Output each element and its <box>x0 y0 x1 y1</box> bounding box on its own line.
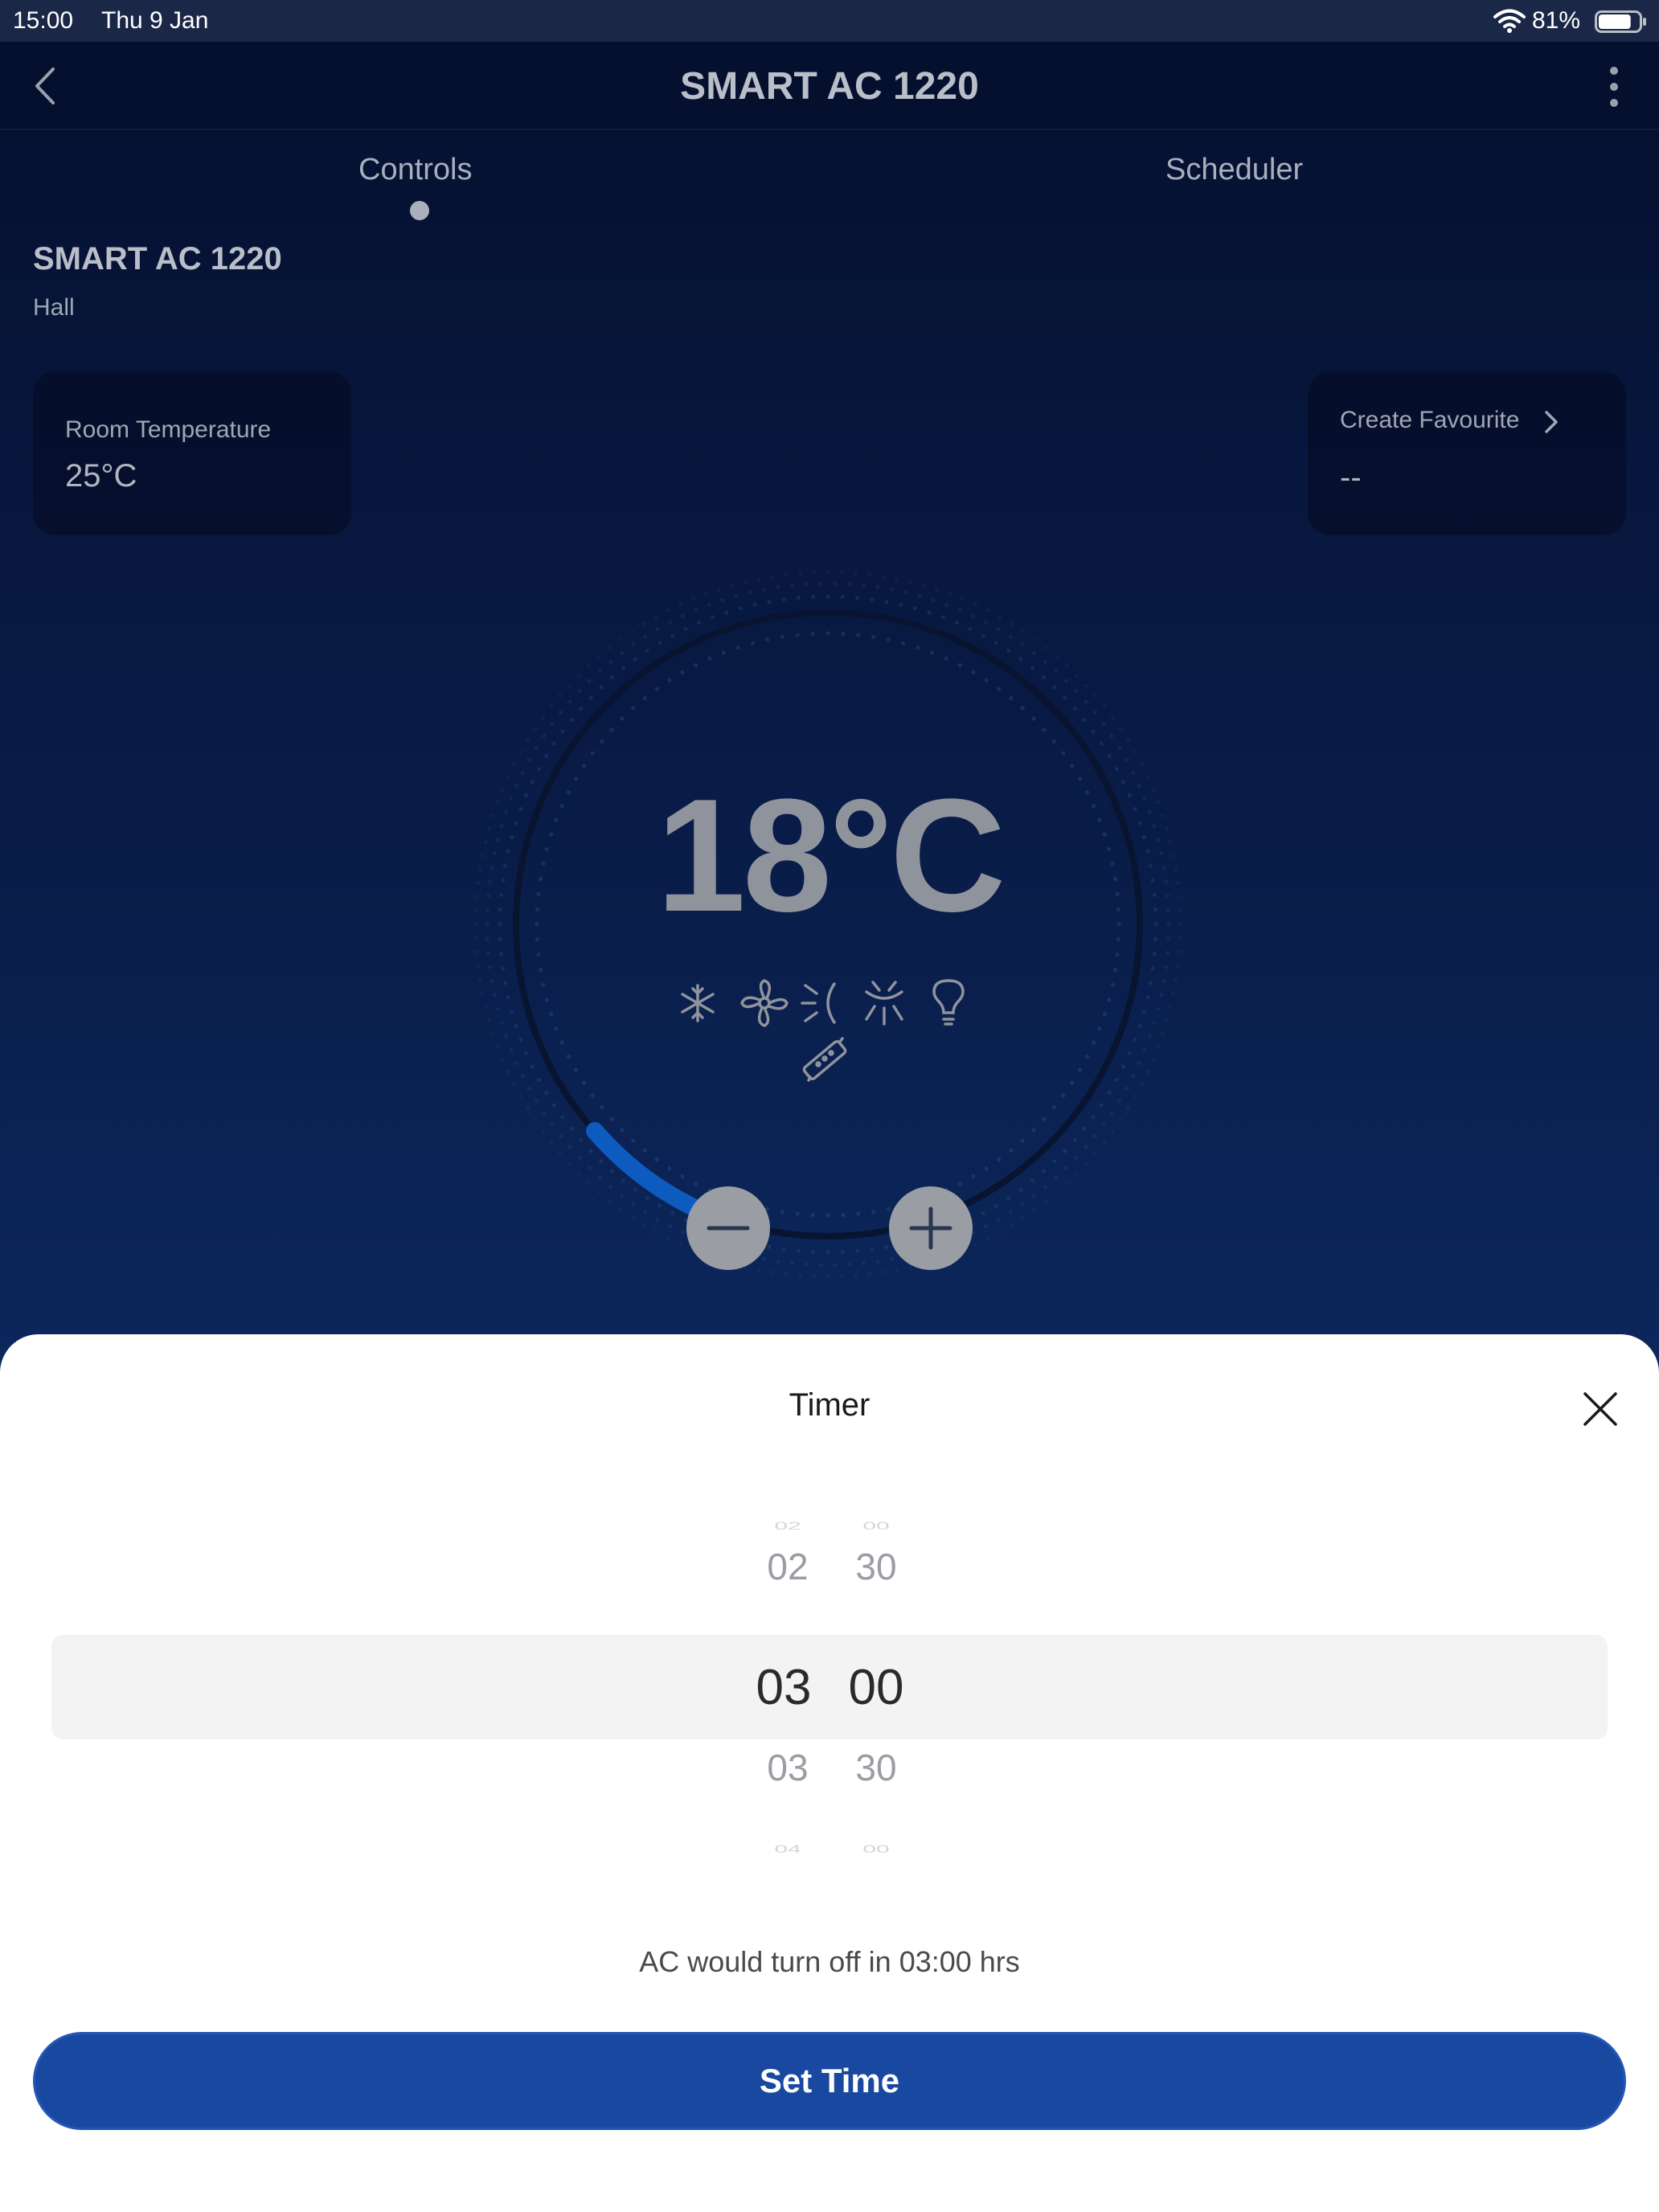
picker-minute-row3[interactable]: 30 <box>804 1746 948 1789</box>
picker-minute-selected[interactable]: 00 <box>804 1659 948 1716</box>
sheet-title: Timer <box>789 1387 870 1423</box>
set-time-button[interactable]: Set Time <box>33 2032 1626 2130</box>
picker-minute-row4[interactable]: 00 <box>804 1843 948 1855</box>
picker-minute-row1[interactable]: 30 <box>804 1545 948 1588</box>
timer-bottom-sheet: Timer 02 00 02 30 03 00 03 30 04 00 AC w… <box>0 1334 1659 2212</box>
timer-message: AC would turn off in 03:00 hrs <box>639 1945 1020 1978</box>
close-icon[interactable] <box>1580 1389 1620 1429</box>
picker-minute-row0[interactable]: 00 <box>804 1520 948 1532</box>
